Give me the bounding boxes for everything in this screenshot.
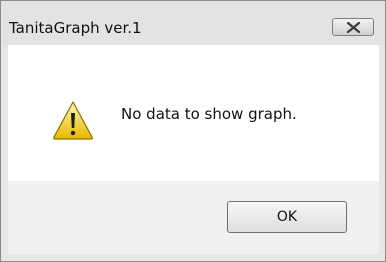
ok-button[interactable]: OK — [227, 201, 347, 233]
message-dialog-window: TanitaGraph ver.1 No data to show graph.… — [0, 0, 386, 262]
dialog-button-bar: OK — [8, 181, 379, 254]
title-bar[interactable]: TanitaGraph ver.1 — [1, 1, 385, 45]
close-icon — [347, 22, 360, 33]
dialog-content: No data to show graph. — [8, 45, 379, 181]
dialog-message: No data to show graph. — [121, 105, 297, 123]
window-title: TanitaGraph ver.1 — [9, 19, 142, 37]
warning-icon — [53, 101, 93, 140]
close-button[interactable] — [332, 18, 374, 36]
